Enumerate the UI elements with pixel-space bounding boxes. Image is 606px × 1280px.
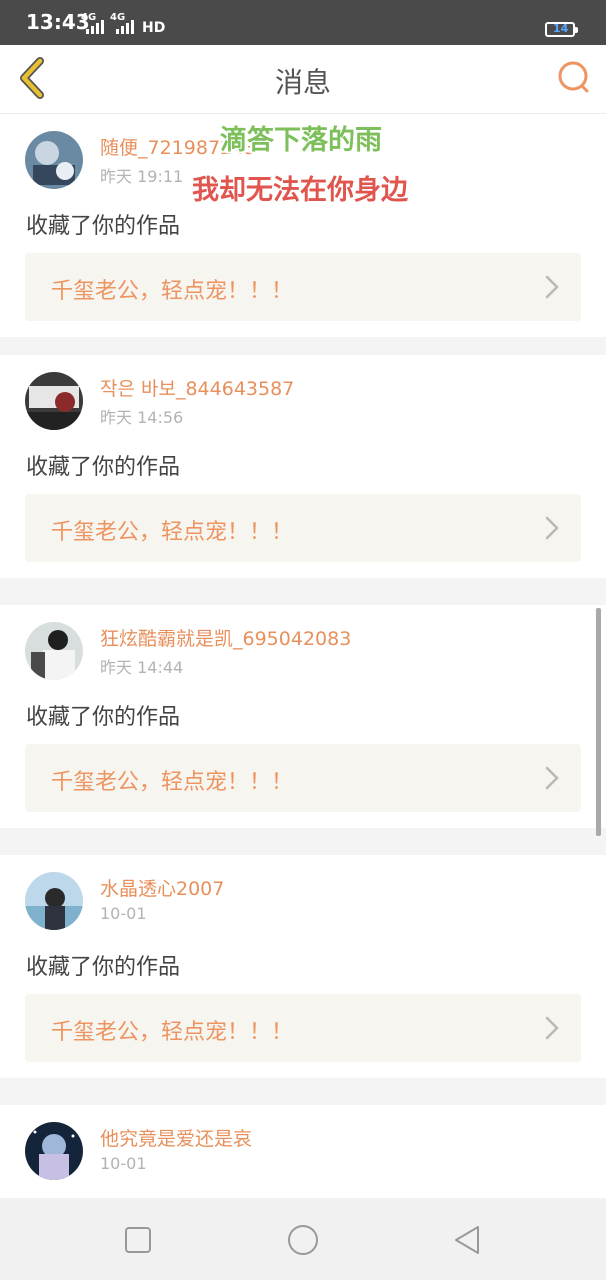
work-link[interactable]: 千玺老公，轻点宠！！！ bbox=[25, 253, 581, 321]
circle-icon bbox=[288, 1225, 318, 1255]
avatar[interactable] bbox=[25, 372, 83, 430]
avatar[interactable] bbox=[25, 1122, 83, 1180]
scrollbar[interactable] bbox=[596, 608, 601, 836]
avatar[interactable] bbox=[25, 872, 83, 930]
battery-level: 14 bbox=[553, 22, 569, 35]
chevron-right-icon bbox=[545, 766, 559, 790]
overlay-text-line1: 滴答下落的雨 bbox=[220, 125, 382, 156]
timestamp: 昨天 19:11 bbox=[100, 167, 184, 186]
timestamp: 昨天 14:56 bbox=[100, 408, 184, 427]
list-item: 他究竟是爱还是哀 10-01 bbox=[0, 1105, 606, 1205]
action-text: 收藏了你的作品 bbox=[26, 455, 181, 480]
home-button[interactable] bbox=[285, 1222, 321, 1258]
square-icon bbox=[125, 1227, 151, 1253]
work-link[interactable]: 千玺老公，轻点宠！！！ bbox=[25, 994, 581, 1062]
work-link[interactable]: 千玺老公，轻点宠！！！ bbox=[25, 744, 581, 812]
chevron-right-icon bbox=[545, 1016, 559, 1040]
work-title: 千玺老公，轻点宠！！！ bbox=[51, 279, 294, 304]
back-nav-button[interactable] bbox=[450, 1222, 486, 1258]
work-title: 千玺老公，轻点宠！！！ bbox=[51, 1020, 294, 1045]
hd-label: HD bbox=[142, 20, 166, 36]
header: 消息 bbox=[0, 45, 606, 114]
signal-bars-1-icon bbox=[86, 20, 104, 34]
list-item: 水晶透心2007 10-01 收藏了你的作品 千玺老公，轻点宠！！！ bbox=[0, 855, 606, 1078]
list-item: 狂炫酷霸就是凯_695042083 昨天 14:44 收藏了你的作品 千玺老公，… bbox=[0, 605, 606, 828]
recent-apps-button[interactable] bbox=[120, 1222, 156, 1258]
action-text: 收藏了你的作品 bbox=[26, 955, 181, 980]
work-title: 千玺老公，轻点宠！！！ bbox=[51, 770, 294, 795]
username[interactable]: 狂炫酷霸就是凯_695042083 bbox=[100, 624, 351, 651]
username[interactable]: 작은 바보_844643587 bbox=[100, 374, 294, 401]
work-title: 千玺老公，轻点宠！！！ bbox=[51, 520, 294, 545]
navigation-bar bbox=[0, 1198, 606, 1280]
work-link[interactable]: 千玺老公，轻点宠！！！ bbox=[25, 494, 581, 562]
chevron-right-icon bbox=[545, 516, 559, 540]
page-title: 消息 bbox=[274, 66, 331, 99]
action-text: 收藏了你的作品 bbox=[26, 705, 181, 730]
list-item: 작은 바보_844643587 昨天 14:56 收藏了你的作品 千玺老公，轻点… bbox=[0, 355, 606, 578]
username[interactable]: 水晶透心2007 bbox=[100, 874, 224, 901]
timestamp: 10-01 bbox=[100, 1154, 147, 1173]
avatar[interactable] bbox=[25, 622, 83, 680]
signal-bars-2-icon bbox=[116, 20, 134, 34]
avatar[interactable] bbox=[25, 131, 83, 189]
status-bar: 13:43 4G 4G HD 14 bbox=[0, 0, 606, 45]
action-text: 收藏了你的作品 bbox=[26, 214, 181, 239]
search-button[interactable] bbox=[553, 57, 593, 97]
triangle-left-icon bbox=[455, 1226, 479, 1254]
overlay-text-line2: 我却无法在你身边 bbox=[192, 175, 408, 206]
search-icon bbox=[558, 61, 589, 93]
username[interactable]: 他究竟是爱还是哀 bbox=[100, 1124, 252, 1151]
battery-icon: 14 bbox=[545, 22, 578, 37]
timestamp: 10-01 bbox=[100, 904, 147, 923]
chevron-right-icon bbox=[545, 275, 559, 299]
timestamp: 昨天 14:44 bbox=[100, 658, 184, 677]
